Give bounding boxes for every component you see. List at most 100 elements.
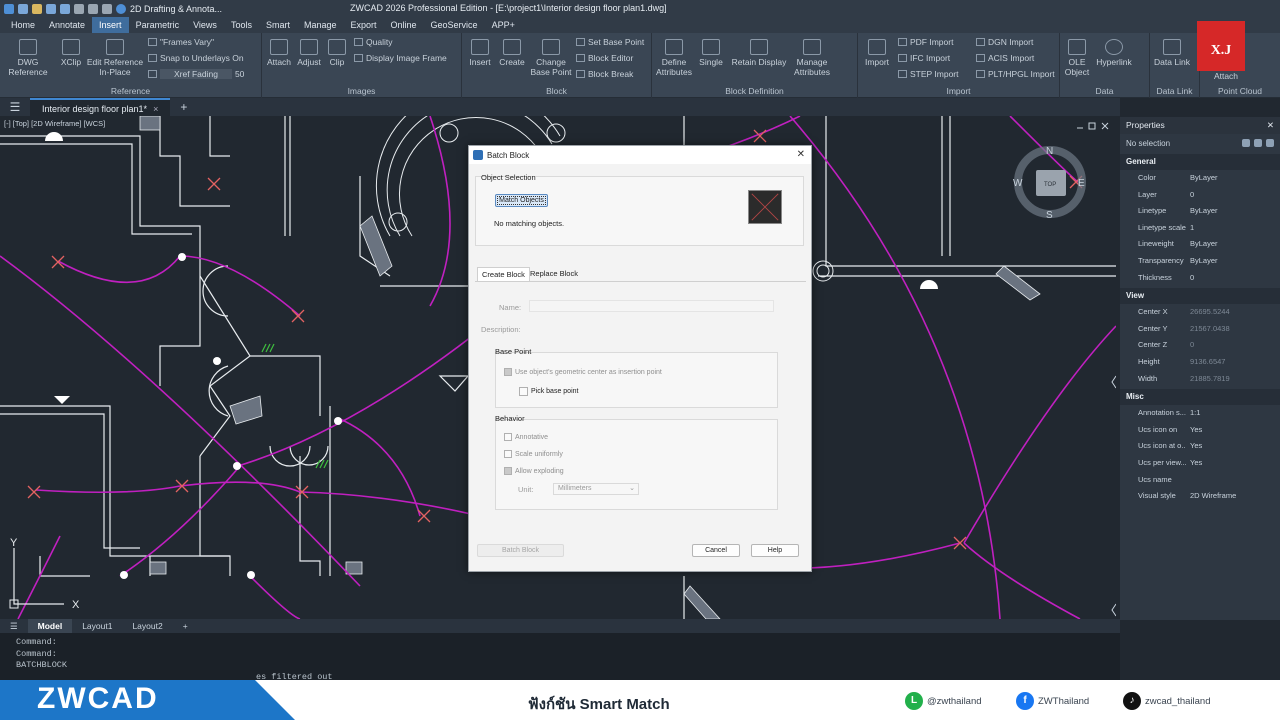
- plot-icon[interactable]: [74, 3, 84, 14]
- toggle-pickadd-icon[interactable]: [1242, 139, 1250, 147]
- pdf-import-button[interactable]: PDF Import: [898, 37, 953, 47]
- pick-base-point-button[interactable]: Pick base point: [519, 387, 578, 396]
- match-objects-button[interactable]: Match Objects: [495, 194, 548, 207]
- import-button[interactable]: Import: [862, 39, 892, 67]
- data-link-button[interactable]: Data Link: [1154, 39, 1190, 67]
- property-row[interactable]: Ucs per view... Yes: [1120, 455, 1280, 472]
- block-break-button[interactable]: Block Break: [576, 69, 633, 79]
- edit-reference-button[interactable]: Edit Reference In-Place: [86, 39, 144, 77]
- dwg-reference-button[interactable]: DWG Reference: [8, 39, 48, 77]
- menu-item-home[interactable]: Home: [4, 17, 42, 33]
- property-row[interactable]: Height 9136.6547: [1120, 354, 1280, 371]
- close-icon[interactable]: ✕: [797, 149, 805, 160]
- save-as-icon[interactable]: [60, 3, 70, 14]
- step-import-button[interactable]: STEP Import: [898, 69, 959, 79]
- plt-import-button[interactable]: PLT/HPGL Import: [976, 69, 1055, 79]
- tab-layout2[interactable]: Layout2: [122, 619, 172, 633]
- layout-menu-icon[interactable]: ☰: [0, 619, 28, 633]
- menu-item-online[interactable]: Online: [384, 17, 424, 33]
- hyperlink-button[interactable]: Hyperlink: [1092, 39, 1136, 67]
- unit-select[interactable]: Millimeters ⌄: [553, 483, 639, 495]
- allow-exploding-checkbox[interactable]: Allow exploding: [504, 467, 564, 475]
- clip-button[interactable]: Clip: [324, 39, 350, 67]
- property-row[interactable]: Width 21885.7819: [1120, 371, 1280, 388]
- menu-icon[interactable]: ☰: [0, 100, 30, 114]
- selection-dropdown[interactable]: No selection: [1126, 139, 1238, 148]
- add-layout-button[interactable]: +: [173, 619, 198, 633]
- property-row[interactable]: Center X 26695.5244: [1120, 304, 1280, 321]
- workspace-selector[interactable]: 2D Drafting & Annota...: [130, 4, 222, 14]
- property-row[interactable]: Linetype scale 1: [1120, 220, 1280, 237]
- change-base-point-button[interactable]: Change Base Point: [528, 39, 574, 77]
- document-tab[interactable]: Interior design floor plan1* ×: [30, 98, 171, 116]
- tab-replace-block[interactable]: Replace Block: [526, 267, 582, 280]
- undo-icon[interactable]: [88, 3, 98, 14]
- property-row[interactable]: Annotation s... 1:1: [1120, 405, 1280, 422]
- property-row[interactable]: Center Z 0: [1120, 337, 1280, 354]
- xref-fading-slider[interactable]: Xref Fading 50: [148, 69, 244, 79]
- property-row[interactable]: Thickness 0: [1120, 270, 1280, 287]
- name-field[interactable]: [529, 300, 774, 312]
- help-button[interactable]: Help: [751, 544, 799, 557]
- menu-item-geoservice[interactable]: GeoService: [424, 17, 485, 33]
- retain-display-button[interactable]: Retain Display: [726, 39, 792, 67]
- property-row[interactable]: Layer 0: [1120, 187, 1280, 204]
- frames-vary-select[interactable]: "Frames Vary": [148, 37, 214, 47]
- menu-item-annotate[interactable]: Annotate: [42, 17, 92, 33]
- manage-attributes-button[interactable]: Manage Attributes: [790, 39, 834, 77]
- general-section[interactable]: General: [1120, 154, 1280, 170]
- define-attributes-button[interactable]: Define Attributes: [652, 39, 696, 77]
- property-row[interactable]: Color ByLayer: [1120, 170, 1280, 187]
- block-editor-button[interactable]: Block Editor: [576, 53, 633, 63]
- tab-layout1[interactable]: Layout1: [72, 619, 122, 633]
- cancel-button[interactable]: Cancel: [692, 544, 740, 557]
- menu-item-views[interactable]: Views: [186, 17, 224, 33]
- set-base-point-button[interactable]: Set Base Point: [576, 37, 644, 47]
- ifc-import-button[interactable]: IFC Import: [898, 53, 950, 63]
- menu-item-export[interactable]: Export: [344, 17, 384, 33]
- property-row[interactable]: Linetype ByLayer: [1120, 203, 1280, 220]
- property-row[interactable]: Center Y 21567.0438: [1120, 321, 1280, 338]
- close-tab-icon[interactable]: ×: [153, 104, 158, 114]
- quick-select-icon[interactable]: [1266, 139, 1274, 147]
- ole-object-button[interactable]: OLE Object: [1062, 39, 1092, 77]
- viewcube-south-label[interactable]: S: [1046, 210, 1053, 221]
- menu-item-manage[interactable]: Manage: [297, 17, 344, 33]
- viewcube-east-label[interactable]: E: [1078, 178, 1085, 189]
- menu-item-insert[interactable]: Insert: [92, 17, 129, 33]
- select-objects-icon[interactable]: [1254, 139, 1262, 147]
- single-button[interactable]: Single: [696, 39, 726, 67]
- xclip-button[interactable]: XClip: [54, 39, 88, 67]
- command-line[interactable]: Command: Command: BATCHBLOCK es filtered…: [0, 633, 1120, 683]
- save-icon[interactable]: [46, 3, 56, 14]
- batch-block-button[interactable]: Batch Block: [477, 544, 564, 557]
- menu-item-tools[interactable]: Tools: [224, 17, 259, 33]
- attach-point-cloud-button[interactable]: Attach: [1208, 71, 1244, 81]
- menu-item-parametric[interactable]: Parametric: [129, 17, 187, 33]
- tab-model[interactable]: Model: [27, 619, 73, 633]
- attach-image-button[interactable]: Attach: [264, 39, 294, 67]
- quality-button[interactable]: Quality: [354, 37, 392, 47]
- snap-underlays-select[interactable]: Snap to Underlays On: [148, 53, 244, 63]
- adjust-button[interactable]: Adjust: [294, 39, 324, 67]
- app-logo-icon[interactable]: [4, 3, 14, 14]
- property-row[interactable]: Ucs icon at o... Yes: [1120, 438, 1280, 455]
- tab-create-block[interactable]: Create Block: [477, 267, 530, 281]
- property-row[interactable]: Visual style 2D Wireframe: [1120, 488, 1280, 505]
- annotative-checkbox[interactable]: Annotative: [504, 433, 548, 441]
- dialog-titlebar[interactable]: Batch Block ✕: [469, 146, 811, 164]
- redo-icon[interactable]: [102, 3, 112, 14]
- property-row[interactable]: Ucs icon on Yes: [1120, 422, 1280, 439]
- insert-block-button[interactable]: Insert: [464, 39, 496, 67]
- display-frame-select[interactable]: Display Image Frame: [354, 53, 447, 63]
- viewport-label[interactable]: [-] [Top] [2D Wireframe] [WCS]: [4, 119, 105, 128]
- property-row[interactable]: Ucs name: [1120, 472, 1280, 489]
- open-folder-icon[interactable]: [32, 3, 42, 14]
- menu-item-smart[interactable]: Smart: [259, 17, 297, 33]
- new-file-icon[interactable]: [18, 3, 28, 14]
- viewcube-west-label[interactable]: W: [1013, 178, 1023, 189]
- use-center-checkbox[interactable]: Use object's geometric center as inserti…: [504, 368, 662, 376]
- acis-import-button[interactable]: ACIS Import: [976, 53, 1034, 63]
- view-section[interactable]: View: [1120, 288, 1280, 305]
- dgn-import-button[interactable]: DGN Import: [976, 37, 1033, 47]
